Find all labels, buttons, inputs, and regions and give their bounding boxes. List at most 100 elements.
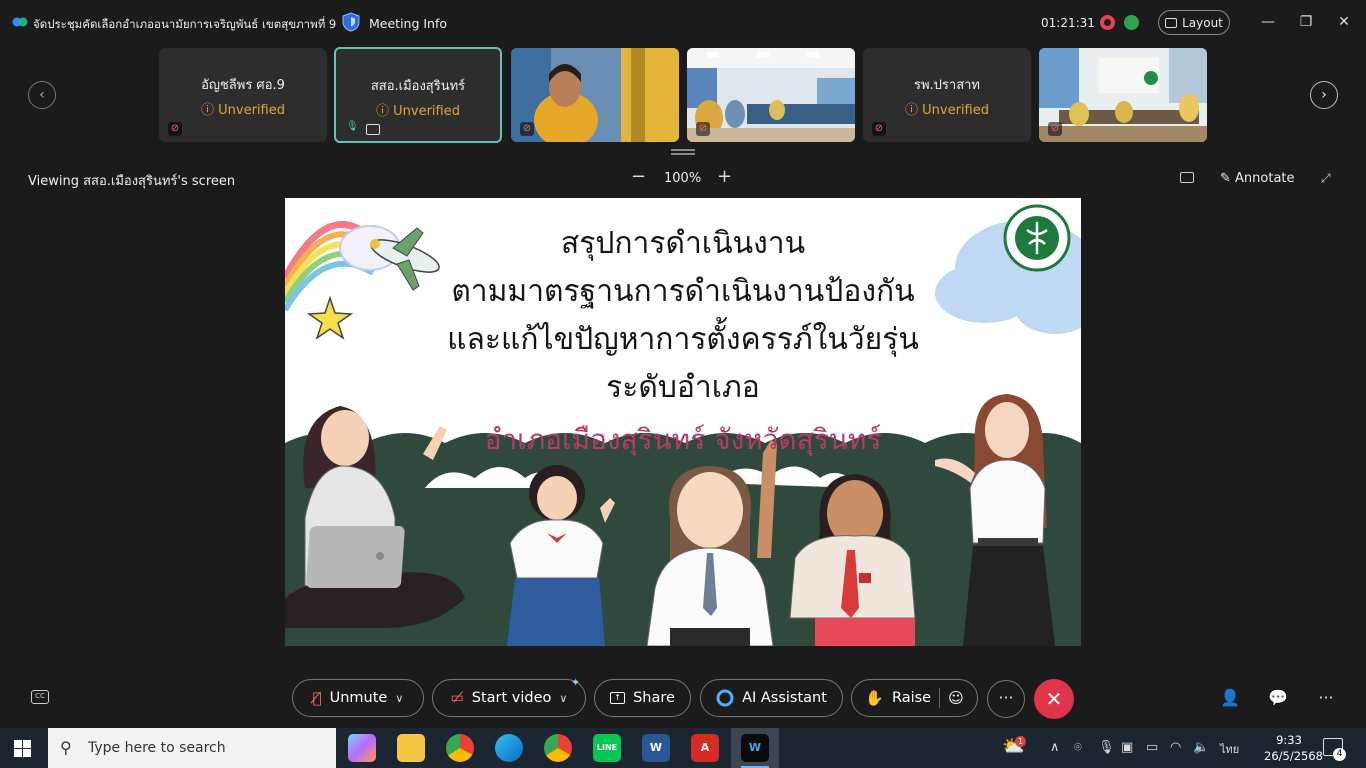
taskbar-clock[interactable]: 9:33 26/5/2568 bbox=[1264, 732, 1323, 764]
zoom-level: 100% bbox=[664, 171, 702, 186]
participant-name: อัญชลีพร ศอ.9 bbox=[201, 78, 285, 93]
prev-participants-button[interactable]: ‹ bbox=[28, 81, 56, 109]
start-video-label: Start video bbox=[471, 690, 552, 706]
participant-name: สสอ.เมืองสุรินทร์ bbox=[370, 79, 466, 94]
participant-status-text: Unverified bbox=[393, 104, 460, 119]
chevron-right-icon: › bbox=[1321, 87, 1327, 103]
notification-count: 4 bbox=[1333, 748, 1346, 761]
participant-video-tile[interactable]: ⊘ bbox=[687, 48, 855, 142]
slide-subtitle: อำเภอเมืองสุรินทร์ จังหวัดสุรินทร์ bbox=[484, 423, 882, 456]
more-panels-icon[interactable]: ··· bbox=[1316, 688, 1336, 708]
next-participants-button[interactable]: › bbox=[1310, 81, 1338, 109]
raise-hand-button[interactable]: ✋ Raise ☺ bbox=[851, 679, 978, 717]
participant-tile[interactable]: รพ.ปราสาท ⓘ Unverified ⊘ bbox=[863, 48, 1031, 142]
chevron-left-icon: ‹ bbox=[39, 87, 45, 103]
participants-icon[interactable]: 👤 bbox=[1220, 688, 1240, 708]
share-label: Share bbox=[633, 690, 675, 706]
mic-off-icon: 🎙̸ bbox=[312, 689, 322, 707]
windows-taskbar: ⚲ Type here to search LINE W A W ⛅ 1 ∧ ⌾… bbox=[0, 728, 1366, 768]
monitor-icon[interactable] bbox=[1180, 172, 1194, 183]
video-off-icon: ▭̸ bbox=[450, 690, 464, 706]
participant-name: รพ.ปราสาท bbox=[913, 78, 981, 93]
unmute-button[interactable]: 🎙̸ Unmute ∨ bbox=[292, 679, 424, 717]
line-app-icon[interactable]: LINE bbox=[593, 734, 621, 762]
more-options-button[interactable]: ··· bbox=[987, 680, 1025, 718]
participant-tile[interactable]: อัญชลีพร ศอ.9 ⓘ Unverified ⊘ bbox=[159, 48, 327, 142]
chevron-down-icon[interactable]: ∨ bbox=[395, 692, 403, 705]
restore-button[interactable]: ❐ bbox=[1296, 12, 1316, 32]
ai-assistant-label: AI Assistant bbox=[742, 690, 827, 706]
zoom-out-button[interactable]: − bbox=[631, 166, 646, 187]
copilot-app-icon[interactable] bbox=[348, 734, 376, 762]
start-video-button[interactable]: ▭̸ Start video ∨ bbox=[432, 679, 586, 717]
layout-label: Layout bbox=[1182, 15, 1223, 30]
connection-signal-icon[interactable] bbox=[1124, 15, 1139, 30]
participant-status: ⓘ Unverified bbox=[376, 104, 460, 119]
mic-on-icon: 🎙 bbox=[346, 121, 359, 132]
minimize-button[interactable]: — bbox=[1258, 12, 1278, 32]
camera-tray-icon[interactable]: ⌾ bbox=[1074, 740, 1082, 755]
ai-assistant-icon bbox=[716, 689, 734, 707]
reaction-emoji-icon[interactable]: ☺ bbox=[948, 689, 964, 707]
acrobat-icon[interactable]: A bbox=[691, 734, 719, 762]
participant-status: ⓘ Unverified bbox=[905, 103, 989, 118]
pen-icon: ✎ bbox=[1220, 171, 1236, 186]
mic-muted-icon: ⊘ bbox=[872, 122, 886, 136]
volume-icon[interactable]: 🔈 bbox=[1193, 740, 1209, 755]
share-screen-icon: ↑ bbox=[610, 692, 626, 704]
chevron-down-icon[interactable]: ∨ bbox=[559, 692, 567, 705]
file-explorer-icon[interactable] bbox=[397, 734, 425, 762]
zoom-in-button[interactable]: + bbox=[717, 166, 732, 187]
leave-meeting-button[interactable]: ✕ bbox=[1034, 679, 1074, 719]
taskbar-search[interactable]: ⚲ Type here to search bbox=[48, 728, 336, 768]
webex-taskbar-item[interactable]: W bbox=[731, 728, 779, 768]
clock-time: 9:33 bbox=[1276, 733, 1302, 747]
windows-start-icon[interactable] bbox=[14, 740, 31, 757]
weather-badge: 1 bbox=[1015, 736, 1026, 747]
microphone-tray-icon[interactable]: 🎙 bbox=[1098, 740, 1115, 755]
wifi-icon[interactable]: ◠ bbox=[1170, 740, 1181, 755]
slide-title-line-2: ตามมาตรฐานการดำเนินงานป้องกัน bbox=[451, 274, 915, 309]
chrome-icon[interactable] bbox=[446, 734, 474, 762]
layout-button[interactable]: Layout bbox=[1158, 10, 1230, 35]
shield-icon[interactable] bbox=[342, 12, 360, 32]
shared-screen-slide: สรุปการดำเนินงาน ตามมาตรฐานการดำเนินงานป… bbox=[285, 198, 1081, 646]
webex-logo-icon bbox=[12, 17, 28, 27]
mic-muted-icon: ⊘ bbox=[168, 122, 182, 136]
recording-indicator-icon[interactable] bbox=[1100, 15, 1115, 30]
display-tray-icon[interactable]: ▣ bbox=[1121, 740, 1133, 755]
slide-title-line-3: และแก้ไขปัญหาการตั้งครรภ์ในวัยรุ่น bbox=[447, 322, 919, 357]
layout-icon bbox=[1165, 17, 1178, 28]
participant-video-tile[interactable]: ⊘ bbox=[511, 48, 679, 142]
participant-status-text: Unverified bbox=[218, 103, 285, 118]
close-window-button[interactable]: ✕ bbox=[1334, 12, 1354, 32]
title-bar: จัดประชุมคัดเลือกอำเภออนามัยการเจริญพันธ… bbox=[0, 0, 1366, 46]
slide-title-line-1: สรุปการดำเนินงาน bbox=[560, 226, 806, 261]
slide-title-line-4: ระดับอำเภอ bbox=[606, 370, 760, 405]
meeting-name: จัดประชุมคัดเลือกอำเภออนามัยการเจริญพันธ… bbox=[33, 17, 337, 31]
share-button[interactable]: ↑ Share bbox=[594, 679, 691, 717]
sparkle-icon: ✦ bbox=[571, 676, 581, 689]
annotate-button[interactable]: ✎ Annotate bbox=[1220, 171, 1295, 186]
annotate-label: Annotate bbox=[1235, 171, 1295, 186]
participant-video-tile[interactable]: ⊘ bbox=[1039, 48, 1207, 142]
meeting-info-button[interactable]: Meeting Info bbox=[369, 16, 447, 31]
mic-muted-icon: ⊘ bbox=[520, 122, 534, 136]
participant-video-feed bbox=[511, 48, 679, 142]
participant-tile-active[interactable]: สสอ.เมืองสุรินทร์ ⓘ Unverified 🎙 bbox=[334, 47, 502, 143]
word-icon[interactable]: W bbox=[642, 734, 670, 762]
mic-muted-icon: ⊘ bbox=[1048, 122, 1062, 136]
chat-icon[interactable]: 💬 bbox=[1268, 688, 1288, 708]
divider bbox=[939, 688, 941, 708]
edge-icon[interactable] bbox=[495, 734, 523, 762]
language-indicator[interactable]: ไทย bbox=[1220, 740, 1239, 758]
closed-captions-button[interactable]: CC bbox=[31, 690, 49, 704]
participant-status-text: Unverified bbox=[922, 103, 989, 118]
battery-icon[interactable]: ▭ bbox=[1146, 740, 1158, 755]
show-hidden-icons-icon[interactable]: ∧ bbox=[1050, 740, 1060, 755]
viewing-screen-label: Viewing สสอ.เมืองสุรินทร์'s screen bbox=[28, 174, 236, 189]
fullscreen-icon[interactable]: ⤢ bbox=[1321, 171, 1334, 185]
ai-assistant-button[interactable]: AI Assistant bbox=[700, 679, 843, 717]
chrome-profile-icon[interactable] bbox=[544, 734, 572, 762]
resize-handle[interactable] bbox=[671, 149, 695, 155]
